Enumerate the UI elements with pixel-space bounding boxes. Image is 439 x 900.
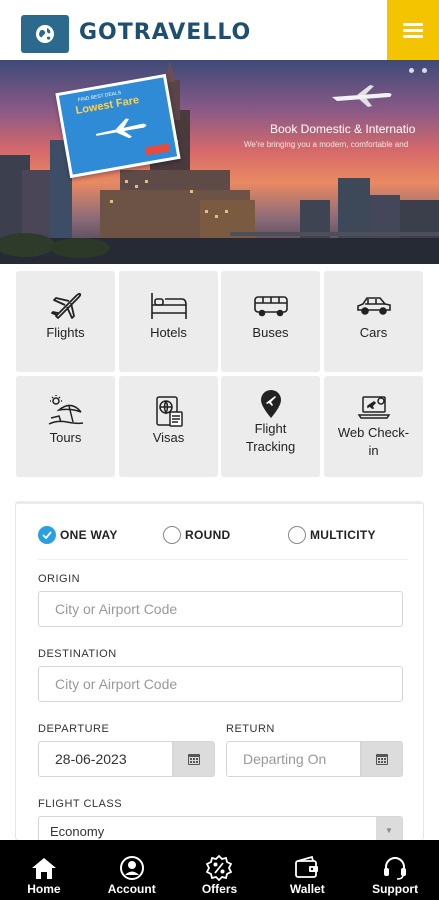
service-label: Tours: [49, 430, 82, 445]
return-calendar-button[interactable]: [361, 741, 403, 777]
flight-class-value: Economy: [50, 824, 105, 839]
service-label: Hotels: [150, 325, 187, 340]
nav-label: Account: [107, 882, 156, 896]
nav-offers[interactable]: Offers: [176, 840, 264, 900]
trip-type-label: ROUND: [185, 528, 231, 542]
hamburger-icon: [403, 20, 423, 41]
service-cars[interactable]: Cars: [324, 271, 423, 372]
nav-label: Wallet: [289, 882, 325, 896]
flight-search-form: ONE WAY ROUND MULTICITY ORIGIN City or A…: [15, 501, 424, 844]
origin-label: ORIGIN: [38, 573, 81, 585]
airplane-icon: [96, 118, 147, 139]
location-pin-plane-icon: [260, 390, 281, 418]
origin-input[interactable]: City or Airport Code: [38, 591, 403, 627]
service-flight-tracking[interactable]: Flight Tracking: [221, 376, 320, 477]
service-label: Web Check-in: [337, 425, 410, 458]
app-header: GOTRAVELLO: [0, 0, 439, 60]
departure-date-input[interactable]: 28-06-2023: [38, 741, 173, 777]
hero-headline: Book Domestic & Internatio: [270, 122, 416, 136]
home-icon: [31, 858, 56, 879]
nav-label: Home: [27, 882, 61, 896]
trip-type-label: MULTICITY: [310, 528, 376, 542]
service-visas[interactable]: Visas: [119, 376, 218, 477]
radio-checked-icon: [38, 526, 56, 544]
service-label: Buses: [252, 325, 289, 340]
trip-type-round[interactable]: ROUND: [163, 526, 231, 544]
service-label: Cars: [359, 325, 388, 340]
radio-unchecked-icon: [288, 526, 306, 544]
percent-badge-icon: [206, 855, 233, 881]
service-hotels[interactable]: Hotels: [119, 271, 218, 372]
bus-icon: [253, 296, 288, 317]
destination-input[interactable]: City or Airport Code: [38, 666, 403, 702]
flight-class-label: FLIGHT CLASS: [38, 798, 123, 810]
brand-name: GOTRAVELLO: [79, 20, 252, 45]
service-label: Flights: [46, 325, 85, 340]
nav-label: Offers: [201, 882, 238, 896]
radio-unchecked-icon: [163, 526, 181, 544]
beach-umbrella-icon: [48, 395, 83, 425]
service-buses[interactable]: Buses: [221, 271, 320, 372]
bottom-navigation: Home Account Offers Wallet Support: [0, 840, 439, 900]
nav-label: Support: [372, 882, 419, 896]
user-icon: [119, 856, 144, 880]
return-label: RETURN: [226, 723, 275, 735]
service-tours[interactable]: Tours: [16, 376, 115, 477]
airplane-icon: [50, 292, 81, 319]
promo-button[interactable]: [145, 143, 171, 156]
menu-button[interactable]: [387, 0, 439, 60]
headset-icon: [384, 857, 407, 880]
passport-icon: [155, 396, 183, 427]
nav-account[interactable]: Account: [88, 840, 176, 900]
service-flights[interactable]: Flights: [16, 271, 115, 372]
carousel-dots[interactable]: [409, 68, 427, 73]
trip-type-label: ONE WAY: [60, 528, 118, 542]
nav-wallet[interactable]: Wallet: [263, 840, 351, 900]
nav-home[interactable]: Home: [0, 840, 88, 900]
trip-type-one-way[interactable]: ONE WAY: [38, 526, 118, 544]
globe-icon: [36, 25, 54, 43]
service-label: Flight Tracking: [245, 421, 296, 454]
wallet-icon: [295, 856, 319, 878]
car-icon: [356, 297, 391, 315]
destination-label: DESTINATION: [38, 648, 117, 660]
trip-type-multicity[interactable]: MULTICITY: [288, 526, 376, 544]
bed-icon: [150, 293, 187, 319]
carousel-dot[interactable]: [409, 68, 414, 73]
return-date-input[interactable]: Departing On: [226, 741, 361, 777]
departure-label: DEPARTURE: [38, 723, 110, 735]
divider: [38, 559, 408, 560]
hero-banner[interactable]: FIND BEST DEALS Lowest Fare Book Domesti…: [0, 60, 439, 264]
service-web-checkin[interactable]: Web Check-in: [324, 376, 423, 477]
departure-calendar-button[interactable]: [173, 741, 215, 777]
service-label: Visas: [152, 430, 185, 445]
nav-support[interactable]: Support: [351, 840, 439, 900]
carousel-dot[interactable]: [422, 68, 427, 73]
laptop-checkin-icon: [357, 396, 390, 419]
calendar-icon: [188, 754, 200, 765]
hero-subline: We're bringing you a modern, comfortable…: [244, 140, 409, 149]
logo[interactable]: [21, 15, 69, 53]
trip-type-selector: ONE WAY ROUND MULTICITY: [38, 526, 408, 548]
calendar-icon: [376, 754, 388, 765]
